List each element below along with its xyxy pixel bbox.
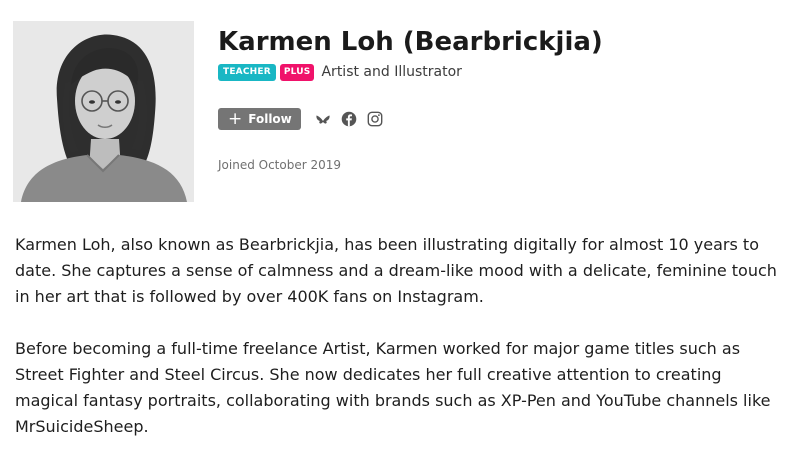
bio-section: Karmen Loh, also known as Bearbrickjia, … [15, 232, 780, 466]
plus-badge: PLUS [279, 63, 315, 81]
follow-button[interactable]: + Follow [218, 108, 301, 130]
avatar [13, 21, 194, 202]
facebook-icon[interactable] [341, 111, 357, 127]
profile-header: Karmen Loh (Bearbrickjia) TEACHER PLUS A… [13, 21, 783, 203]
profile-name: Karmen Loh (Bearbrickjia) [218, 27, 603, 57]
bio-paragraph: Karmen Loh, also known as Bearbrickjia, … [15, 235, 777, 306]
follow-label: Follow [248, 112, 292, 126]
social-links [315, 111, 393, 127]
bio-paragraph: Before becoming a full-time freelance Ar… [15, 339, 771, 436]
bluesky-icon[interactable] [315, 111, 331, 127]
portrait-photo [13, 21, 194, 202]
instagram-icon[interactable] [367, 111, 383, 127]
profile-actions: + Follow [218, 107, 393, 131]
teacher-badge: TEACHER [218, 63, 276, 81]
badge-row: TEACHER PLUS Artist and Illustrator [218, 63, 462, 81]
joined-date: Joined October 2019 [218, 158, 342, 172]
profile-role: Artist and Illustrator [321, 64, 462, 80]
plus-icon: + [228, 109, 243, 129]
